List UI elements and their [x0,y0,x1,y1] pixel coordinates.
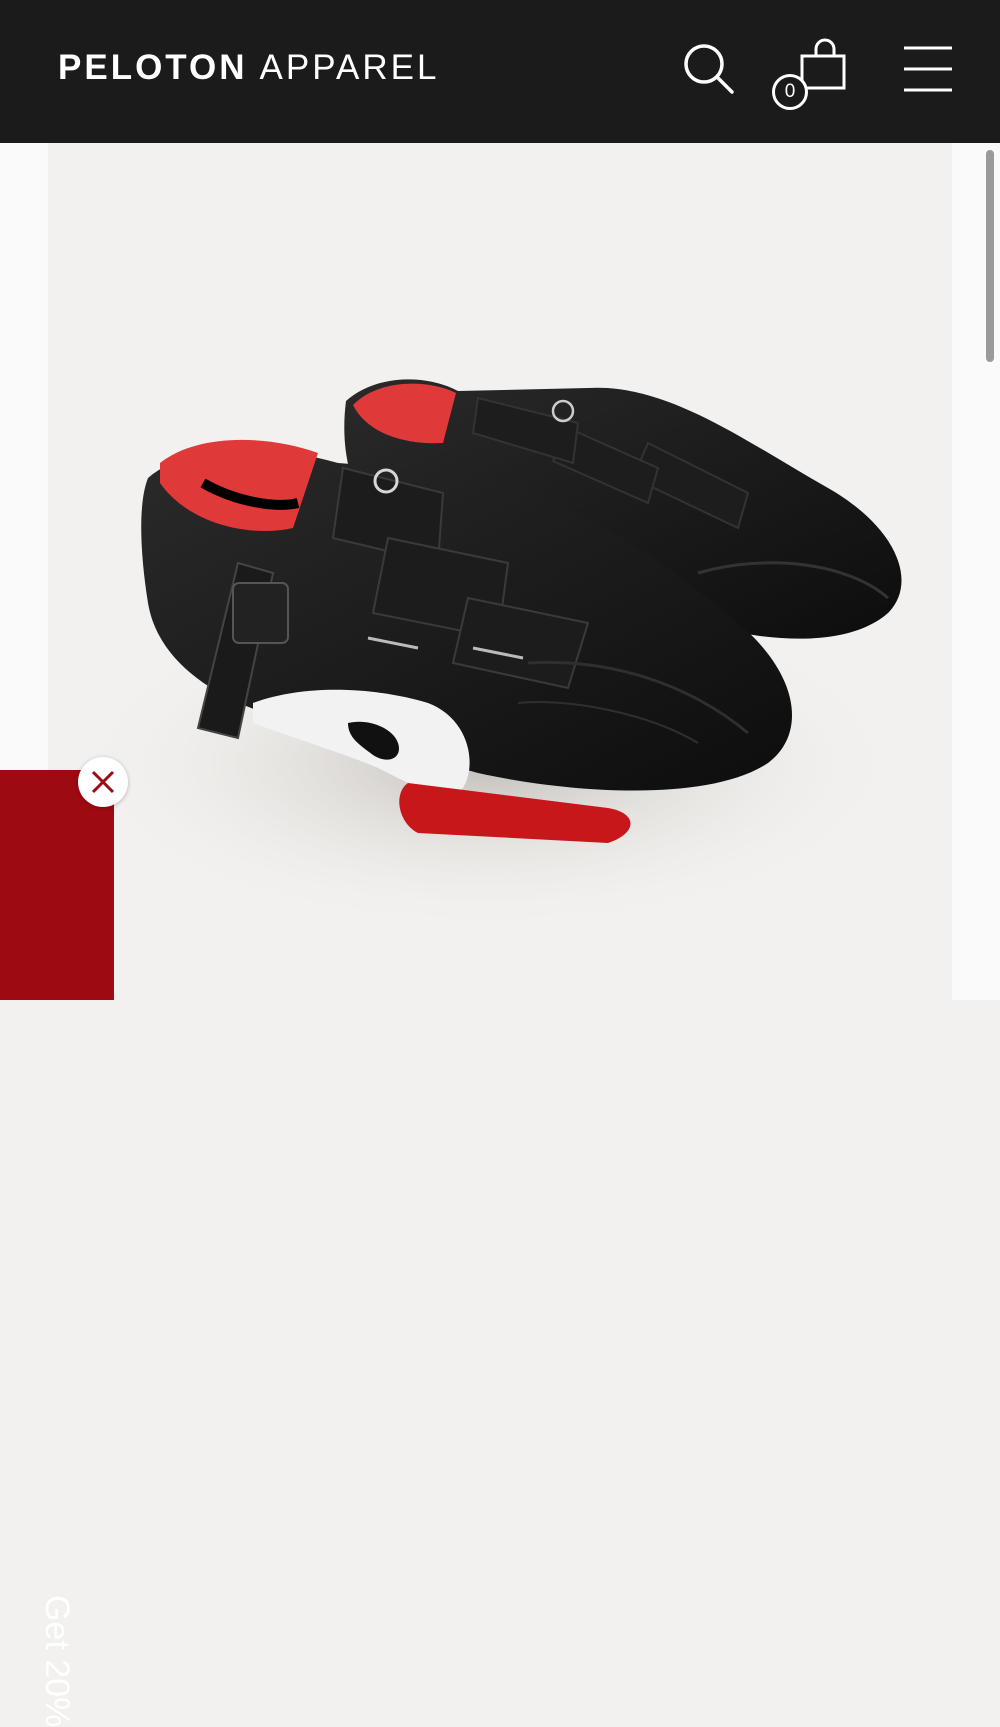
brand-name: PELOTON [58,48,248,87]
cycling-shoes-image [68,379,908,933]
search-button[interactable] [680,40,736,96]
brand-logo[interactable]: PELOTON APPAREL [58,48,439,88]
search-icon [684,44,734,94]
cart-count-badge: 0 [772,74,808,110]
promo-label: Get 20% [38,1595,76,1727]
hamburger-menu-icon [904,46,952,92]
site-header: PELOTON APPAREL 0 [0,0,1000,143]
product-hero-image[interactable] [48,143,952,1000]
close-icon [91,770,115,794]
menu-button[interactable] [900,44,956,94]
brand-subtitle: APPAREL [259,48,440,87]
cart-button[interactable]: 0 [768,36,850,116]
page-scrollbar[interactable] [986,150,994,362]
promo-close-button[interactable] [78,757,128,807]
